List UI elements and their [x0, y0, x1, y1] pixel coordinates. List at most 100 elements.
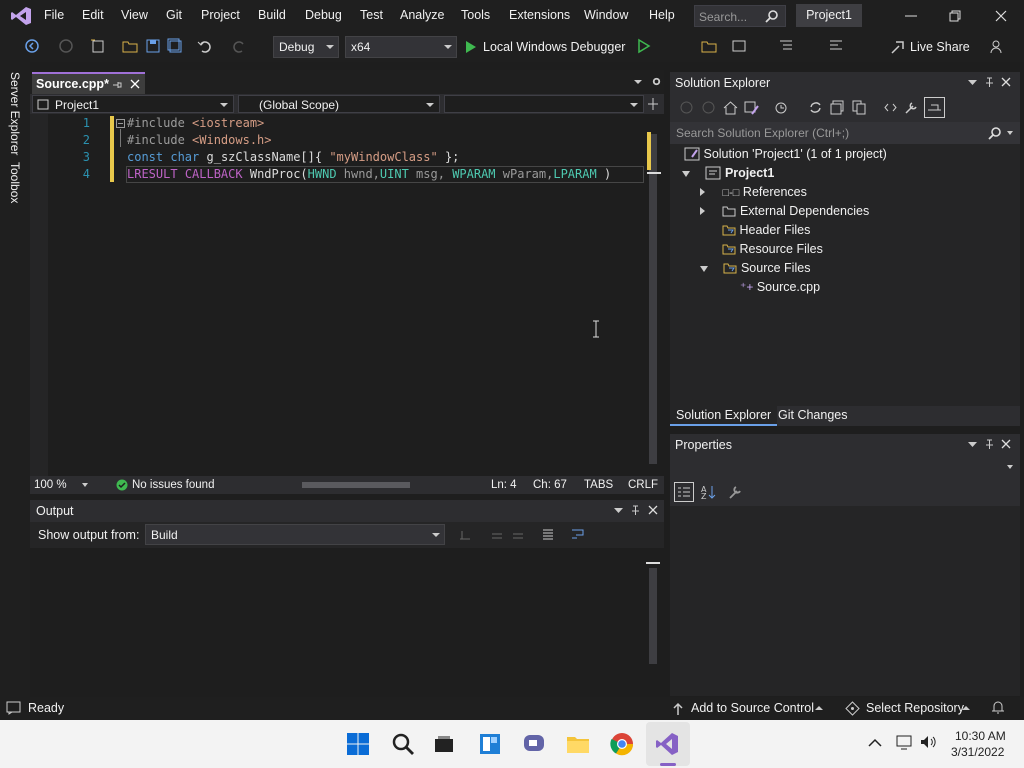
scrollbar-thumb[interactable]	[649, 134, 657, 464]
menu-project[interactable]: Project	[201, 8, 240, 22]
tab-git-changes[interactable]: Git Changes	[773, 408, 852, 422]
start-debugging-button[interactable]: Local Windows Debugger	[463, 36, 633, 58]
menu-git[interactable]: Git	[166, 8, 182, 22]
output-vertical-scrollbar[interactable]	[646, 552, 660, 676]
menu-test[interactable]: Test	[360, 8, 383, 22]
close-panel-icon[interactable]	[1001, 439, 1011, 449]
zoom-dropdown-icon[interactable]	[82, 483, 88, 487]
tree-solution[interactable]: Solution 'Project1' (1 of 1 project)	[684, 147, 887, 161]
menu-tools[interactable]: Tools	[461, 8, 490, 22]
tray-overflow-chevron-icon[interactable]	[868, 738, 882, 748]
home-icon[interactable]	[723, 100, 738, 115]
menu-analyze[interactable]: Analyze	[400, 8, 444, 22]
tree-header-files[interactable]: Header Files	[722, 223, 810, 237]
layout-icon[interactable]	[731, 38, 747, 54]
close-panel-icon[interactable]	[1001, 77, 1011, 87]
show-all-files-icon[interactable]	[852, 100, 867, 115]
editor-vertical-scrollbar[interactable]	[647, 114, 661, 476]
menu-help[interactable]: Help	[649, 8, 675, 22]
categorized-button[interactable]	[674, 482, 694, 502]
alphabetical-icon[interactable]: AZ	[700, 484, 716, 500]
panel-menu-icon[interactable]	[968, 442, 977, 447]
file-explorer-icon[interactable]	[566, 732, 590, 756]
panel-menu-icon[interactable]	[614, 508, 623, 513]
settings-icon[interactable]	[651, 76, 662, 87]
pin-icon[interactable]	[112, 80, 122, 90]
prev-message-icon[interactable]	[490, 527, 504, 541]
forward-icon[interactable]	[58, 38, 74, 54]
expanded-arrow-icon[interactable]	[700, 266, 708, 272]
tab-overflow-icon[interactable]	[633, 79, 643, 85]
pending-changes-filter-icon[interactable]	[774, 100, 789, 115]
member-select[interactable]	[444, 95, 644, 113]
taskbar-search-icon[interactable]	[391, 732, 415, 756]
network-icon[interactable]	[895, 734, 913, 750]
project-scope-select[interactable]: Project1	[32, 95, 234, 113]
tree-project[interactable]: Project1	[682, 166, 774, 180]
configuration-select[interactable]: Debug	[273, 36, 339, 58]
close-window-icon[interactable]	[993, 8, 1009, 24]
restore-icon[interactable]	[947, 8, 963, 24]
windows-start-icon[interactable]	[346, 732, 370, 756]
comment-icon[interactable]	[828, 38, 844, 54]
undo-icon[interactable]	[197, 38, 213, 54]
back-icon[interactable]	[680, 101, 693, 114]
tree-source-cpp[interactable]: ⁺+ Source.cpp	[740, 280, 820, 294]
issues-status[interactable]: No issues found	[132, 479, 214, 491]
sync-icon[interactable]	[808, 100, 823, 115]
feedback-icon[interactable]	[988, 38, 1004, 54]
task-view-icon[interactable]	[432, 732, 456, 756]
search-options-icon[interactable]	[1007, 131, 1013, 135]
add-to-source-control-button[interactable]: Add to Source Control	[670, 700, 826, 718]
solution-explorer-search[interactable]: Search Solution Explorer (Ctrl+;)	[670, 122, 1020, 144]
menu-view[interactable]: View	[121, 8, 148, 22]
close-panel-icon[interactable]	[648, 505, 658, 515]
live-share-button[interactable]: Live Share	[890, 37, 970, 57]
save-icon[interactable]	[145, 38, 161, 54]
minimize-icon[interactable]	[903, 8, 919, 24]
widgets-icon[interactable]	[478, 732, 502, 756]
close-tab-icon[interactable]	[130, 79, 140, 89]
collapse-outline-icon[interactable]	[116, 119, 125, 128]
line-ending[interactable]: CRLF	[628, 479, 658, 491]
indent-mode[interactable]: TABS	[584, 479, 613, 491]
visual-studio-logo-icon[interactable]	[10, 6, 32, 26]
tree-references[interactable]: □-□ References	[700, 185, 807, 199]
pin-icon[interactable]	[985, 77, 994, 88]
word-wrap-icon[interactable]	[571, 527, 585, 541]
tree-resource-files[interactable]: Resource Files	[722, 242, 823, 256]
output-source-select[interactable]: Build	[145, 524, 445, 545]
solution-folder-icon[interactable]	[701, 38, 717, 54]
preview-selected-button[interactable]	[924, 97, 945, 118]
server-explorer-tab[interactable]: Server Explorer	[8, 72, 22, 155]
format-icon[interactable]	[778, 38, 794, 54]
tree-source-files[interactable]: Source Files	[700, 261, 810, 275]
start-without-debugging-icon[interactable]	[636, 38, 652, 54]
global-scope-select[interactable]: (Global Scope)	[238, 95, 440, 113]
properties-wrench-icon[interactable]	[904, 100, 919, 115]
teams-chat-icon[interactable]	[522, 732, 546, 756]
expanded-arrow-icon[interactable]	[682, 171, 690, 177]
chevron-down-icon[interactable]	[1007, 465, 1013, 469]
property-pages-icon[interactable]	[728, 484, 744, 500]
save-all-icon[interactable]	[167, 38, 183, 54]
collapsed-arrow-icon[interactable]	[700, 188, 705, 196]
horizontal-scrollbar[interactable]	[292, 481, 462, 489]
open-folder-icon[interactable]	[122, 38, 138, 54]
tree-external-dependencies[interactable]: External Dependencies	[700, 204, 869, 218]
clock-date[interactable]: 3/31/2022	[951, 745, 1004, 759]
visual-studio-icon[interactable]	[655, 732, 679, 756]
toolbox-tab[interactable]: Toolbox	[8, 162, 22, 203]
platform-select[interactable]: x64	[345, 36, 457, 58]
collapse-all-icon[interactable]	[830, 100, 845, 115]
view-code-icon[interactable]	[883, 100, 898, 115]
clear-all-icon[interactable]	[541, 527, 555, 541]
collapsed-arrow-icon[interactable]	[700, 207, 705, 215]
select-repository-button[interactable]: Select Repository	[845, 700, 975, 718]
switch-views-icon[interactable]	[744, 100, 759, 115]
tab-source-cpp[interactable]: Source.cpp*	[32, 72, 145, 94]
menu-file[interactable]: File	[44, 8, 64, 22]
menu-extensions[interactable]: Extensions	[509, 8, 570, 22]
output-text-area[interactable]	[30, 548, 664, 690]
back-icon[interactable]	[24, 38, 40, 54]
